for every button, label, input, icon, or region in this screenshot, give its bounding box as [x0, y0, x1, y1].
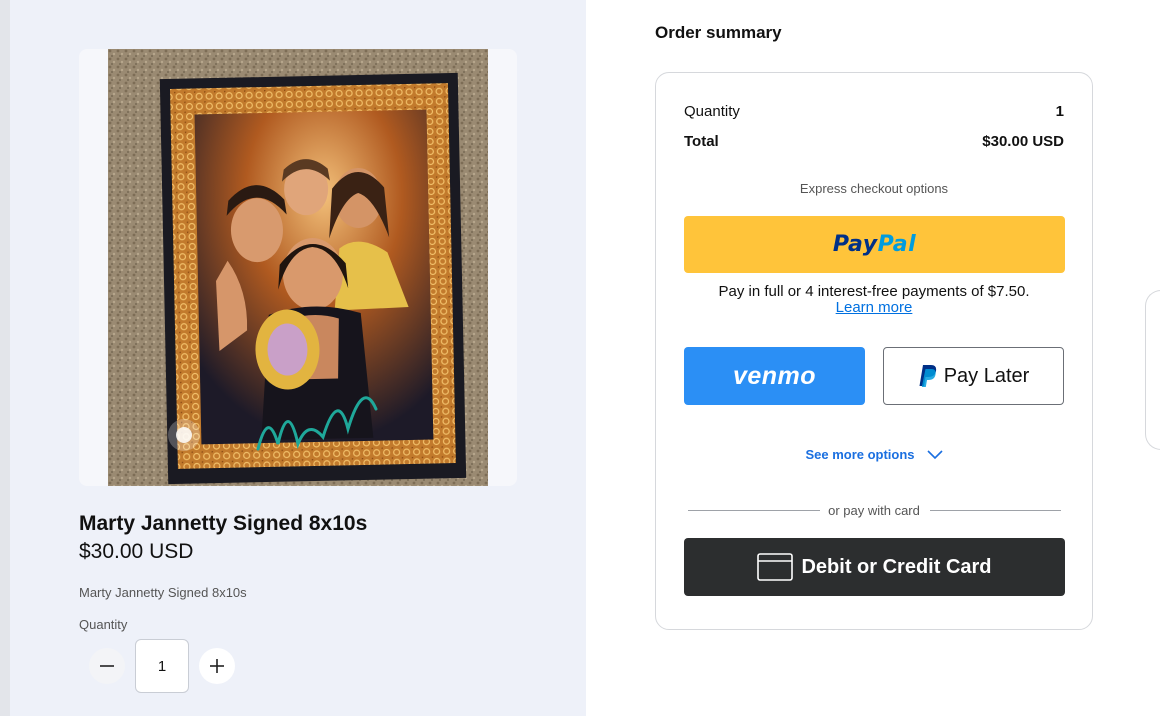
see-more-label: See more options	[805, 447, 915, 462]
chevron-down-icon	[926, 449, 943, 459]
venmo-button[interactable]: venmo	[684, 347, 865, 405]
product-panel: Marty Jannetty Signed 8x10s $30.00 USD M…	[10, 0, 586, 716]
paypal-logo-pay: Pay	[832, 232, 878, 257]
plus-icon	[210, 659, 224, 673]
summary-total-label: Total	[684, 133, 719, 150]
pay-later-label: Pay Later	[943, 364, 1030, 387]
see-more-options-button[interactable]: See more options	[656, 447, 1092, 462]
checkout-page: Marty Jannetty Signed 8x10s $30.00 USD M…	[0, 0, 1160, 716]
right-edge-panel	[1145, 290, 1160, 450]
card-button-label: Debit or Credit Card	[801, 555, 992, 578]
express-checkout-label: Express checkout options	[799, 181, 949, 196]
summary-quantity-label: Quantity	[684, 103, 740, 120]
paypal-logo: PayPal	[833, 232, 916, 257]
venmo-logo: venmo	[732, 361, 817, 390]
debit-credit-card-button[interactable]: Debit or Credit Card	[684, 538, 1065, 596]
left-edge-strip	[0, 0, 10, 716]
order-summary-heading: Order summary	[655, 23, 782, 42]
product-photo	[108, 49, 488, 486]
decrease-quantity-button[interactable]	[89, 648, 125, 684]
pay-later-button[interactable]: Pay Later	[883, 347, 1064, 405]
divider-right	[930, 510, 1061, 511]
paypal-button[interactable]: PayPal	[684, 216, 1065, 273]
learn-more-link[interactable]: Learn more	[656, 299, 1092, 316]
pay-in-4-message: Pay in full or 4 interest-free payments …	[718, 283, 1030, 300]
paypal-logo-pal: Pal	[877, 232, 917, 257]
quantity-label: Quantity	[79, 617, 128, 632]
product-price: $30.00 USD	[79, 540, 194, 563]
paypal-p-icon	[919, 365, 936, 387]
increase-quantity-button[interactable]	[199, 648, 235, 684]
quantity-input[interactable]: 1	[135, 639, 189, 693]
summary-quantity-value: 1	[1055, 103, 1064, 120]
order-summary-card: Quantity 1 Total $30.00 USD Express chec…	[655, 72, 1093, 630]
minus-icon	[100, 665, 114, 667]
summary-total-row: Total $30.00 USD	[684, 133, 1064, 150]
summary-total-value: $30.00 USD	[982, 133, 1064, 150]
product-image-card	[79, 49, 517, 486]
summary-quantity-row: Quantity 1	[684, 103, 1064, 120]
credit-card-icon	[757, 553, 794, 581]
product-photo-illustration	[108, 49, 488, 486]
product-description: Marty Jannetty Signed 8x10s	[79, 585, 247, 600]
product-title: Marty Jannetty Signed 8x10s	[79, 512, 368, 535]
